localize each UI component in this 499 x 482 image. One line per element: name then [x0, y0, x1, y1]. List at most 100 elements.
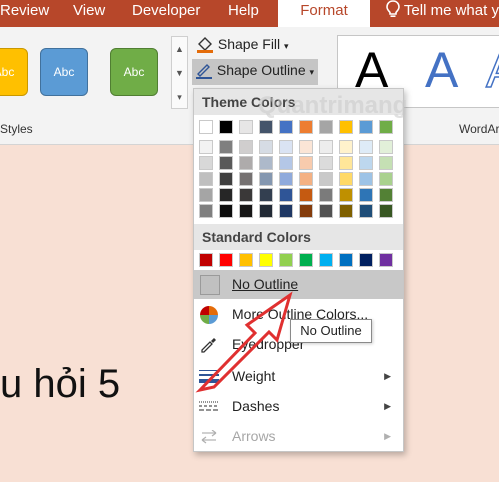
gallery-more-button[interactable]: ▾: [172, 85, 187, 109]
theme-color-shade-swatch[interactable]: [239, 172, 253, 186]
theme-color-shade-swatch[interactable]: [199, 156, 213, 170]
theme-color-shade-swatch[interactable]: [299, 188, 313, 202]
theme-color-swatch[interactable]: [379, 120, 393, 134]
standard-color-swatch[interactable]: [199, 253, 213, 267]
dashes-icon: [199, 401, 219, 411]
theme-color-shade-swatch[interactable]: [359, 188, 373, 202]
theme-color-shade-swatch[interactable]: [359, 156, 373, 170]
theme-color-shade-swatch[interactable]: [199, 188, 213, 202]
theme-color-shade-swatch[interactable]: [219, 156, 233, 170]
theme-color-shade-swatch[interactable]: [199, 204, 213, 218]
standard-color-swatch[interactable]: [359, 253, 373, 267]
theme-color-swatch[interactable]: [259, 120, 273, 134]
shape-fill-label: Shape Fill: [217, 36, 281, 52]
arrows-item[interactable]: Arrows ▶: [194, 422, 403, 451]
standard-color-swatch[interactable]: [339, 253, 353, 267]
shape-style-swatch[interactable]: Abc: [110, 48, 158, 96]
standard-color-swatch[interactable]: [219, 253, 233, 267]
shape-style-swatch[interactable]: Abc: [0, 48, 28, 96]
theme-color-shade-swatch[interactable]: [379, 140, 393, 154]
standard-color-swatch[interactable]: [379, 253, 393, 267]
theme-color-swatch[interactable]: [339, 120, 353, 134]
dashes-item[interactable]: Dashes ▶: [194, 392, 403, 421]
group-label-styles: Styles: [0, 122, 33, 136]
theme-color-swatch[interactable]: [199, 120, 213, 134]
standard-color-swatch[interactable]: [279, 253, 293, 267]
theme-color-shade-swatch[interactable]: [259, 188, 273, 202]
theme-color-shade-swatch[interactable]: [379, 188, 393, 202]
theme-color-shade-swatch[interactable]: [259, 204, 273, 218]
theme-color-shade-swatch[interactable]: [359, 204, 373, 218]
theme-color-shade-swatch[interactable]: [259, 140, 273, 154]
theme-color-shade-swatch[interactable]: [239, 156, 253, 170]
theme-color-shade-swatch[interactable]: [379, 156, 393, 170]
swatch-label: Abc: [0, 65, 15, 79]
shape-outline-label: Shape Outline: [216, 62, 306, 78]
scroll-up-button[interactable]: ▲: [172, 37, 187, 61]
theme-color-shade-swatch[interactable]: [319, 156, 333, 170]
theme-color-shade-swatch[interactable]: [319, 172, 333, 186]
theme-color-shade-swatch[interactable]: [339, 172, 353, 186]
theme-color-swatch[interactable]: [219, 120, 233, 134]
arrows-label: Arrows: [232, 428, 276, 444]
standard-color-swatch[interactable]: [299, 253, 313, 267]
theme-color-shade-swatch[interactable]: [379, 172, 393, 186]
theme-color-shade-swatch[interactable]: [339, 188, 353, 202]
theme-color-shade-swatch[interactable]: [219, 140, 233, 154]
theme-color-shade-swatch[interactable]: [339, 204, 353, 218]
tab-format[interactable]: Format: [278, 0, 370, 28]
slide-text[interactable]: u hỏi 5: [0, 362, 120, 407]
theme-color-shade-swatch[interactable]: [259, 156, 273, 170]
theme-color-swatch[interactable]: [299, 120, 313, 134]
theme-color-shade-swatch[interactable]: [359, 140, 373, 154]
wordart-style[interactable]: A: [485, 40, 499, 100]
theme-color-shade-swatch[interactable]: [299, 140, 313, 154]
standard-color-swatch[interactable]: [319, 253, 333, 267]
theme-color-swatch[interactable]: [359, 120, 373, 134]
shape-fill-button[interactable]: Shape Fill ▾: [196, 35, 289, 53]
shape-style-swatch[interactable]: Abc: [40, 48, 88, 96]
theme-color-swatch[interactable]: [239, 120, 253, 134]
theme-color-shade-swatch[interactable]: [279, 188, 293, 202]
theme-color-shade-swatch[interactable]: [279, 140, 293, 154]
theme-color-shade-swatch[interactable]: [299, 204, 313, 218]
theme-color-shade-swatch[interactable]: [379, 204, 393, 218]
theme-color-shade-swatch[interactable]: [319, 204, 333, 218]
theme-color-swatch[interactable]: [279, 120, 293, 134]
theme-color-shade-swatch[interactable]: [319, 188, 333, 202]
theme-color-shade-swatch[interactable]: [239, 204, 253, 218]
theme-color-shade-swatch[interactable]: [279, 156, 293, 170]
standard-color-swatch[interactable]: [239, 253, 253, 267]
theme-color-shade-swatch[interactable]: [219, 188, 233, 202]
theme-color-shade-swatch[interactable]: [219, 204, 233, 218]
tell-me-search[interactable]: Tell me what y: [386, 0, 499, 27]
theme-color-shade-swatch[interactable]: [339, 156, 353, 170]
tell-me-label: Tell me what y: [403, 2, 499, 19]
theme-color-shade-swatch[interactable]: [299, 156, 313, 170]
theme-color-shade-swatch[interactable]: [259, 172, 273, 186]
scroll-down-button[interactable]: ▼: [172, 61, 187, 85]
theme-color-swatch[interactable]: [319, 120, 333, 134]
theme-color-shade-swatch[interactable]: [279, 204, 293, 218]
standard-color-swatch[interactable]: [259, 253, 273, 267]
tab-help[interactable]: Help: [228, 0, 259, 27]
tab-view[interactable]: View: [73, 0, 105, 27]
theme-color-shade-swatch[interactable]: [199, 140, 213, 154]
theme-color-shade-swatch[interactable]: [299, 172, 313, 186]
theme-color-shade-swatch[interactable]: [239, 140, 253, 154]
shape-outline-button[interactable]: Shape Outline ▾: [192, 59, 319, 85]
chevron-down-icon: ▾: [309, 67, 315, 77]
wordart-style[interactable]: A: [425, 40, 458, 100]
theme-color-shade-swatch[interactable]: [219, 172, 233, 186]
theme-color-shade-swatch[interactable]: [199, 172, 213, 186]
theme-color-shade-swatch[interactable]: [279, 172, 293, 186]
paint-bucket-icon: [197, 37, 213, 53]
submenu-arrow-icon: ▶: [384, 431, 391, 441]
tab-developer[interactable]: Developer: [132, 0, 200, 27]
theme-color-shade-swatch[interactable]: [359, 172, 373, 186]
tab-review[interactable]: Review: [0, 0, 49, 27]
theme-color-shade-swatch[interactable]: [239, 188, 253, 202]
theme-color-shade-swatch[interactable]: [339, 140, 353, 154]
dashes-label: Dashes: [232, 398, 280, 414]
theme-color-shade-swatch[interactable]: [319, 140, 333, 154]
